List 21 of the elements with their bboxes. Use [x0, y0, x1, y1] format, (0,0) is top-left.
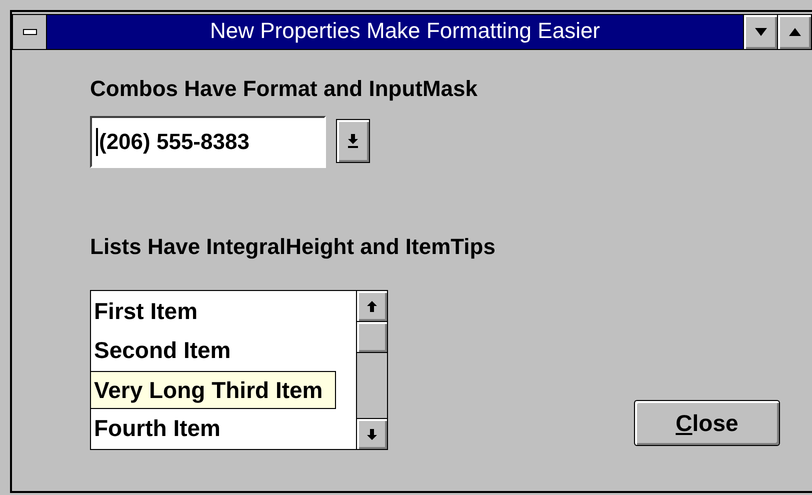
window-title: New Properties Make Formatting Easier	[208, 17, 602, 45]
down-arrow-icon	[367, 428, 377, 440]
down-arrow-icon	[347, 134, 359, 148]
system-menu-button[interactable]	[13, 15, 47, 49]
minimize-button[interactable]	[743, 15, 777, 49]
scroll-bar[interactable]	[356, 291, 387, 449]
scroll-thumb[interactable]	[357, 322, 387, 353]
up-triangle-icon	[788, 28, 800, 36]
list-heading: Lists Have IntegralHeight and ItemTips	[90, 234, 496, 260]
maximize-button[interactable]	[777, 15, 811, 49]
down-triangle-icon	[754, 28, 766, 36]
phone-input-field[interactable]: (206) 555-8383	[90, 116, 326, 168]
list-item[interactable]: First Item	[91, 298, 198, 324]
dropdown-button[interactable]	[336, 119, 370, 163]
item-tooltip: Very Long Third Item	[90, 371, 336, 409]
list-item[interactable]: Second Item	[91, 337, 231, 363]
close-button[interactable]: Close	[634, 400, 780, 446]
combo-heading: Combos Have Format and InputMask	[90, 76, 479, 102]
up-arrow-icon	[367, 300, 377, 312]
list-box[interactable]: First Item Second Item Very Long Third Item Fourth Item	[90, 290, 388, 450]
list-item[interactable]: Fourth Item	[91, 415, 220, 441]
